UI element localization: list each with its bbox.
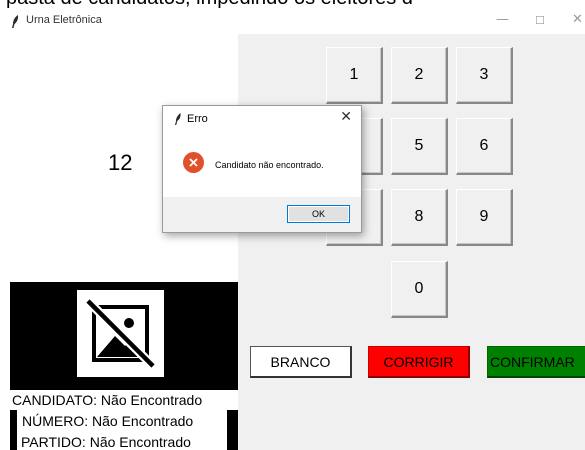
key-0-button[interactable]: 0	[391, 261, 448, 318]
corrigir-button[interactable]: CORRIGIR	[368, 346, 470, 378]
key-5-button[interactable]: 5	[391, 118, 448, 175]
info-strip-left	[10, 410, 17, 450]
info-strip-right	[227, 410, 238, 450]
branco-button[interactable]: BRANCO	[250, 346, 352, 378]
candidate-number-label: NÚMERO: Não Encontrado	[20, 411, 196, 431]
candidate-photo	[77, 290, 164, 377]
maximize-button[interactable]: ☐	[535, 14, 545, 27]
error-icon	[183, 152, 204, 173]
dialog-feather-icon	[175, 113, 181, 125]
error-dialog: Erro ✕ Candidato não encontrado. OK	[162, 105, 362, 233]
candidate-photo-area	[10, 282, 238, 390]
minimize-button[interactable]: —	[496, 12, 509, 27]
key-8-button[interactable]: 8	[391, 189, 448, 246]
vote-number-display: 12	[108, 150, 133, 175]
image-missing-icon	[84, 297, 157, 370]
app-feather-icon	[12, 15, 19, 28]
screenshot: pasta de candidatos, impedindo os eleito…	[0, 0, 585, 450]
ok-button[interactable]: OK	[287, 205, 350, 223]
window-title: Urna Eletrônica	[26, 14, 102, 26]
key-6-button[interactable]: 6	[456, 118, 513, 175]
caption-text: pasta de candidatos, impedindo os eleito…	[6, 0, 413, 10]
key-9-button[interactable]: 9	[456, 189, 513, 246]
dialog-footer: OK	[163, 197, 361, 232]
key-1-button[interactable]: 1	[326, 47, 383, 104]
dialog-message: Candidato não encontrado.	[215, 160, 324, 170]
key-2-button[interactable]: 2	[391, 47, 448, 104]
dialog-title: Erro	[187, 113, 208, 125]
close-window-button[interactable]: ✕	[572, 12, 583, 27]
candidate-party-label: PARTIDO: Não Encontrado	[19, 432, 193, 450]
confirmar-button[interactable]: CONFIRMAR	[487, 346, 585, 378]
key-3-button[interactable]: 3	[456, 47, 513, 104]
window-client-area: 12 1 2 3 4 5 6 7 8 9 0 BRANCO CORRIGIR C…	[0, 34, 585, 450]
candidate-name-label: CANDIDATO: Não Encontrado	[10, 390, 205, 410]
dialog-close-button[interactable]: ✕	[340, 109, 352, 125]
window-titlebar[interactable]: Urna Eletrônica — ☐ ✕	[0, 10, 585, 34]
